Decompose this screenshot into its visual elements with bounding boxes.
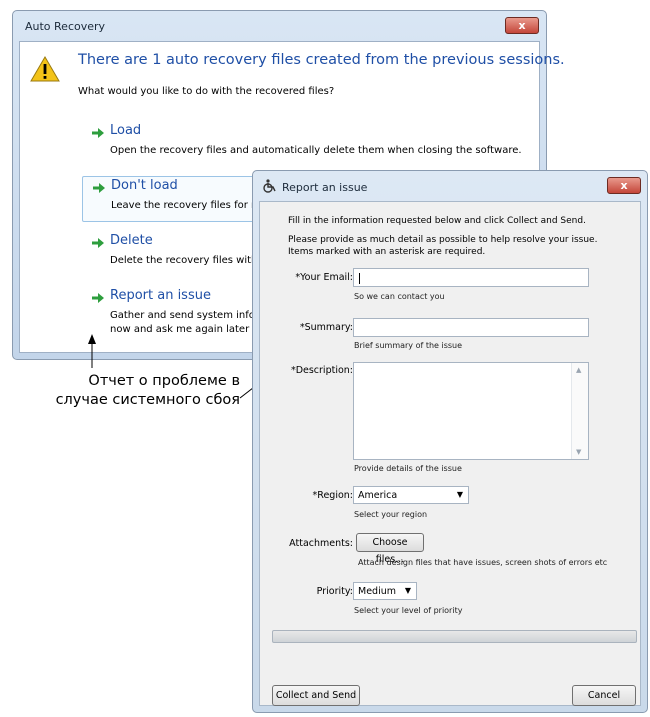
arrow-right-icon [93, 183, 105, 193]
region-select[interactable]: America ▼ [353, 486, 469, 504]
email-label: *Your Email: [295, 272, 353, 283]
annotation-line-2: случае системного сбоя [55, 392, 240, 408]
option-delete-title: Delete [110, 233, 153, 248]
scroll-down-icon[interactable]: ▼ [576, 448, 581, 456]
auto-recovery-titlebar[interactable]: Auto Recovery x [13, 11, 546, 41]
cancel-button[interactable]: Cancel [572, 685, 636, 706]
choose-files-button[interactable]: Choose files... [356, 533, 424, 565]
summary-label: *Summary: [299, 322, 353, 333]
option-load-title: Load [110, 123, 142, 138]
region-label: *Region: [312, 490, 353, 501]
option-report-issue-desc-line-2: now and ask me again later w [110, 324, 261, 335]
email-hint: So we can contact you [354, 292, 445, 301]
annotation-line-1: Отчет о проблеме в [88, 373, 240, 389]
wheelchair-icon [263, 179, 276, 193]
priority-value: Medium [358, 586, 396, 597]
report-issue-close-button[interactable]: x [607, 177, 641, 194]
description-label: *Description: [290, 365, 353, 376]
priority-hint: Select your level of priority [354, 606, 463, 615]
collect-and-send-button[interactable]: Collect and Send [272, 685, 360, 706]
option-report-issue-title: Report an issue [110, 288, 211, 303]
priority-select[interactable]: Medium ▼ [353, 582, 417, 600]
report-issue-window: Report an issue x Fill in the informatio… [252, 170, 648, 713]
progress-bar [272, 630, 637, 643]
option-report-issue-desc: Gather and send system infor now and ask… [110, 309, 261, 337]
report-issue-title: Report an issue [282, 181, 368, 194]
attachments-label: Attachments: [289, 538, 353, 549]
description-textarea[interactable]: ▲ ▼ [353, 362, 589, 460]
arrow-right-icon [92, 293, 104, 303]
option-dont-load-title: Don't load [111, 178, 178, 193]
intro-line-2: Please provide as much detail as possibl… [288, 235, 598, 245]
option-load[interactable]: Load Open the recovery files and automat… [82, 122, 537, 168]
arrow-right-icon [92, 128, 104, 138]
description-scrollbar[interactable]: ▲ ▼ [571, 363, 588, 459]
priority-label: Priority: [316, 586, 353, 597]
report-issue-titlebar[interactable]: Report an issue x [253, 171, 647, 201]
option-delete-desc: Delete the recovery files witho [110, 255, 264, 266]
region-value: America [358, 490, 398, 501]
auto-recovery-title: Auto Recovery [25, 20, 106, 33]
chevron-down-icon: ▼ [456, 490, 463, 499]
option-dont-load-desc: Leave the recovery files for no [111, 200, 264, 211]
scroll-up-icon[interactable]: ▲ [576, 366, 581, 374]
report-issue-form: Fill in the information requested below … [259, 201, 641, 706]
intro-line-3: Items marked with an asterisk are requir… [288, 247, 486, 257]
chevron-down-icon: ▼ [404, 586, 411, 595]
region-hint: Select your region [354, 510, 428, 519]
summary-hint: Brief summary of the issue [354, 341, 463, 350]
auto-recovery-close-button[interactable]: x [505, 17, 539, 34]
option-report-issue-desc-line-1: Gather and send system infor [110, 310, 259, 321]
email-field[interactable] [353, 268, 589, 287]
option-load-desc: Open the recovery files and automaticall… [110, 145, 522, 156]
intro-line-1: Fill in the information requested below … [288, 216, 586, 226]
attachments-hint: Attach design files that have issues, sc… [358, 558, 608, 567]
annotation-callout: Отчет о проблеме в случае системного сбо… [8, 372, 240, 410]
summary-field[interactable] [353, 318, 589, 337]
description-hint: Provide details of the issue [354, 464, 462, 473]
text-caret [359, 273, 360, 284]
auto-recovery-heading: There are 1 auto recovery files created … [78, 52, 565, 68]
warning-icon [30, 56, 60, 82]
auto-recovery-question: What would you like to do with the recov… [78, 86, 335, 97]
arrow-right-icon [92, 238, 104, 248]
